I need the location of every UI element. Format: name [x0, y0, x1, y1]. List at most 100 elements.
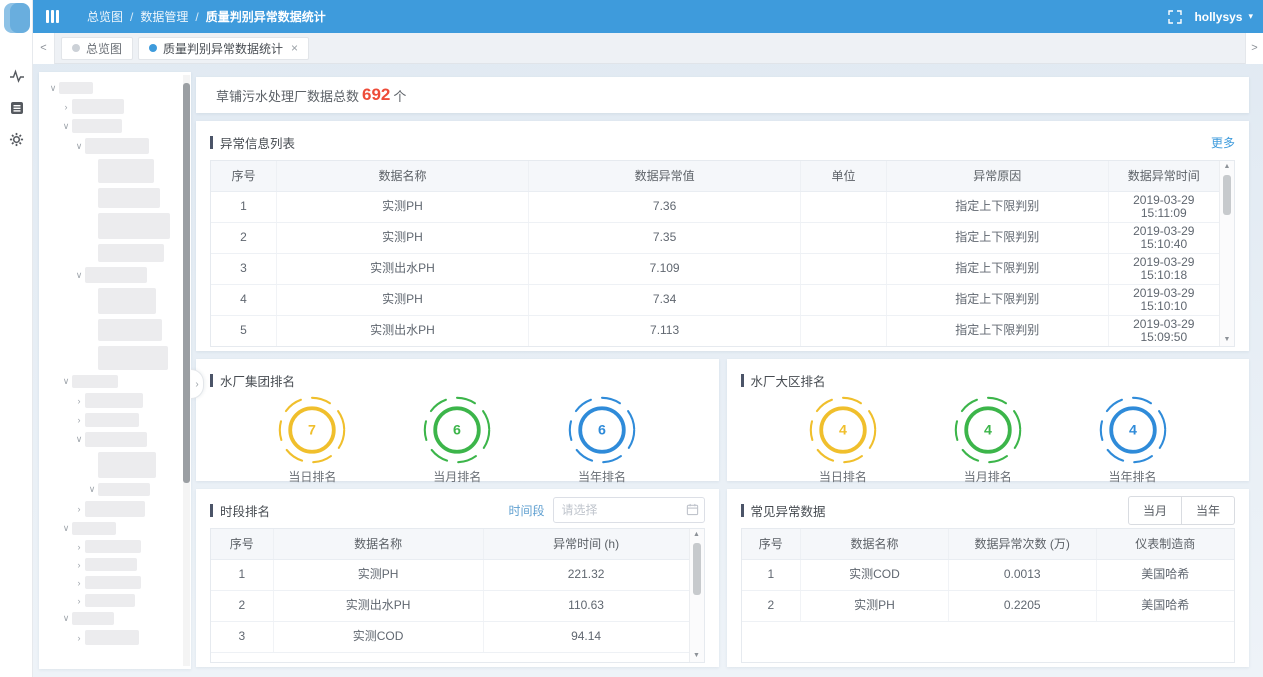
- breadcrumb-item[interactable]: 质量判别异常数据统计: [206, 8, 326, 25]
- tree-node[interactable]: ∨: [39, 267, 181, 283]
- tree-node-label-redacted: [85, 393, 143, 408]
- list-icon[interactable]: [10, 101, 24, 115]
- scrollbar-thumb[interactable]: [1223, 175, 1231, 215]
- table-scrollbar[interactable]: ▲ ▼: [689, 529, 704, 662]
- tab-inactive[interactable]: 总览图: [61, 37, 133, 60]
- tree-expand-icon[interactable]: ›: [73, 415, 85, 425]
- tree-node[interactable]: ∨: [39, 138, 181, 154]
- column-header: 仪表制造商: [1096, 529, 1234, 559]
- tree-expand-icon[interactable]: ›: [73, 596, 85, 606]
- tree-node[interactable]: ›: [39, 594, 181, 607]
- tree-node[interactable]: ∨: [39, 522, 181, 535]
- tree-node[interactable]: ›: [39, 540, 181, 553]
- tree-expand-icon[interactable]: ›: [73, 542, 85, 552]
- table-cell: 94.14: [483, 621, 688, 652]
- tab-close-icon[interactable]: ×: [291, 42, 298, 54]
- tree-node[interactable]: ∨: [39, 483, 181, 496]
- app-logo[interactable]: [4, 3, 30, 33]
- tree-node[interactable]: [39, 159, 181, 183]
- tree-expand-icon[interactable]: ›: [73, 560, 85, 570]
- table-row: 1实测PH221.32: [211, 559, 689, 590]
- tree-node[interactable]: ∨: [39, 375, 181, 388]
- svg-text:4: 4: [1129, 423, 1137, 439]
- tab-scroll-right-icon[interactable]: >: [1245, 33, 1263, 64]
- scroll-up-icon[interactable]: ▲: [1220, 161, 1234, 173]
- scroll-down-icon[interactable]: ▼: [690, 650, 704, 662]
- tree-node[interactable]: ›: [39, 393, 181, 408]
- fullscreen-icon[interactable]: [1168, 10, 1182, 24]
- table-header-row: 序号数据名称数据异常次数 (万)仪表制造商: [742, 529, 1235, 559]
- table-cell: 7.109: [529, 253, 801, 284]
- tab-status-dot-icon: [149, 44, 157, 52]
- table-cell: 5: [211, 315, 277, 346]
- period-toggle-button[interactable]: 当年: [1182, 496, 1235, 525]
- tree-expand-icon[interactable]: ∨: [86, 484, 98, 495]
- section-title: 常见异常数据: [751, 501, 826, 520]
- table-row: 2实测PH7.35指定上下限判别2019-03-29 15:10:40: [211, 222, 1219, 253]
- tree-node[interactable]: [39, 288, 181, 314]
- menu-toggle-icon[interactable]: [46, 10, 59, 23]
- table-header-row: 序号数据名称异常时间 (h): [211, 529, 689, 559]
- tree-node[interactable]: [39, 188, 181, 208]
- gear-icon[interactable]: [9, 132, 24, 147]
- tree-node[interactable]: ∨: [39, 82, 181, 94]
- tree-expand-icon[interactable]: ›: [60, 102, 72, 112]
- tree-node-label-redacted: [98, 452, 156, 478]
- tree-expand-icon[interactable]: ›: [73, 396, 85, 406]
- table-cell: [801, 284, 887, 315]
- tree-node[interactable]: [39, 213, 181, 239]
- tree-expand-icon[interactable]: ›: [73, 504, 85, 514]
- user-menu[interactable]: hollysys: [1194, 10, 1242, 24]
- scroll-down-icon[interactable]: ▼: [1220, 334, 1234, 346]
- tree-node[interactable]: ∨: [39, 612, 181, 625]
- abnormal-table: 序号数据名称数据异常值单位异常原因数据异常时间1实测PH7.36指定上下限判别2…: [211, 161, 1219, 347]
- tree-expand-icon[interactable]: ›: [73, 578, 85, 588]
- tree-node[interactable]: [39, 346, 181, 370]
- scrollbar-thumb[interactable]: [693, 543, 701, 595]
- tree-expand-icon[interactable]: ∨: [60, 376, 72, 387]
- tab-active[interactable]: 质量判别异常数据统计×: [138, 37, 309, 60]
- scroll-up-icon[interactable]: ▲: [690, 529, 704, 541]
- tree-node[interactable]: ›: [39, 99, 181, 114]
- activity-monitor-icon[interactable]: [9, 68, 25, 84]
- tree-expand-icon[interactable]: ∨: [73, 270, 85, 281]
- tree-expand-icon[interactable]: ›: [73, 633, 85, 643]
- tree-node[interactable]: ›: [39, 576, 181, 589]
- table-scrollbar[interactable]: ▲ ▼: [1219, 161, 1234, 346]
- tab-label: 总览图: [86, 40, 122, 57]
- table-row: 2实测出水PH110.63: [211, 590, 689, 621]
- table-cell: 美国哈希: [1096, 559, 1234, 590]
- calendar-icon[interactable]: [686, 503, 699, 521]
- breadcrumb-item[interactable]: 总览图: [87, 8, 123, 25]
- tree-expand-icon[interactable]: ∨: [60, 523, 72, 534]
- table-cell: 7.34: [529, 284, 801, 315]
- tree-node[interactable]: ›: [39, 630, 181, 645]
- more-link[interactable]: 更多: [1211, 134, 1235, 151]
- tree-expand-icon[interactable]: ∨: [60, 121, 72, 132]
- tree-expand-icon[interactable]: ∨: [73, 141, 85, 152]
- tree-node[interactable]: [39, 452, 181, 478]
- tree-node[interactable]: ∨: [39, 119, 181, 133]
- time-range-label: 时间段: [508, 502, 544, 519]
- tree-expand-icon[interactable]: ∨: [47, 83, 59, 94]
- table-cell: [801, 253, 887, 284]
- tree-node[interactable]: [39, 319, 181, 341]
- tree-expand-icon[interactable]: ∨: [73, 434, 85, 445]
- period-toggle-button[interactable]: 当月: [1128, 496, 1182, 525]
- tree-scrollbar[interactable]: [183, 75, 190, 666]
- table-cell: 1: [742, 559, 801, 590]
- time-range-input[interactable]: [553, 497, 705, 523]
- tab-scroll-left-icon[interactable]: <: [33, 33, 55, 64]
- column-header: 数据名称: [273, 529, 483, 559]
- tree-expand-icon[interactable]: ∨: [60, 613, 72, 624]
- rank-label: 当月排名: [964, 468, 1012, 485]
- tree-node[interactable]: ›: [39, 501, 181, 517]
- section-title-bar: [741, 374, 744, 387]
- breadcrumb-item[interactable]: 数据管理: [140, 8, 188, 25]
- tree-node[interactable]: ∨: [39, 432, 181, 447]
- tree-scrollbar-thumb[interactable]: [183, 83, 190, 483]
- tree-node[interactable]: ›: [39, 558, 181, 571]
- chevron-down-icon[interactable]: ▾: [1248, 11, 1253, 22]
- tree-node[interactable]: [39, 244, 181, 262]
- tree-node[interactable]: ›: [39, 413, 181, 427]
